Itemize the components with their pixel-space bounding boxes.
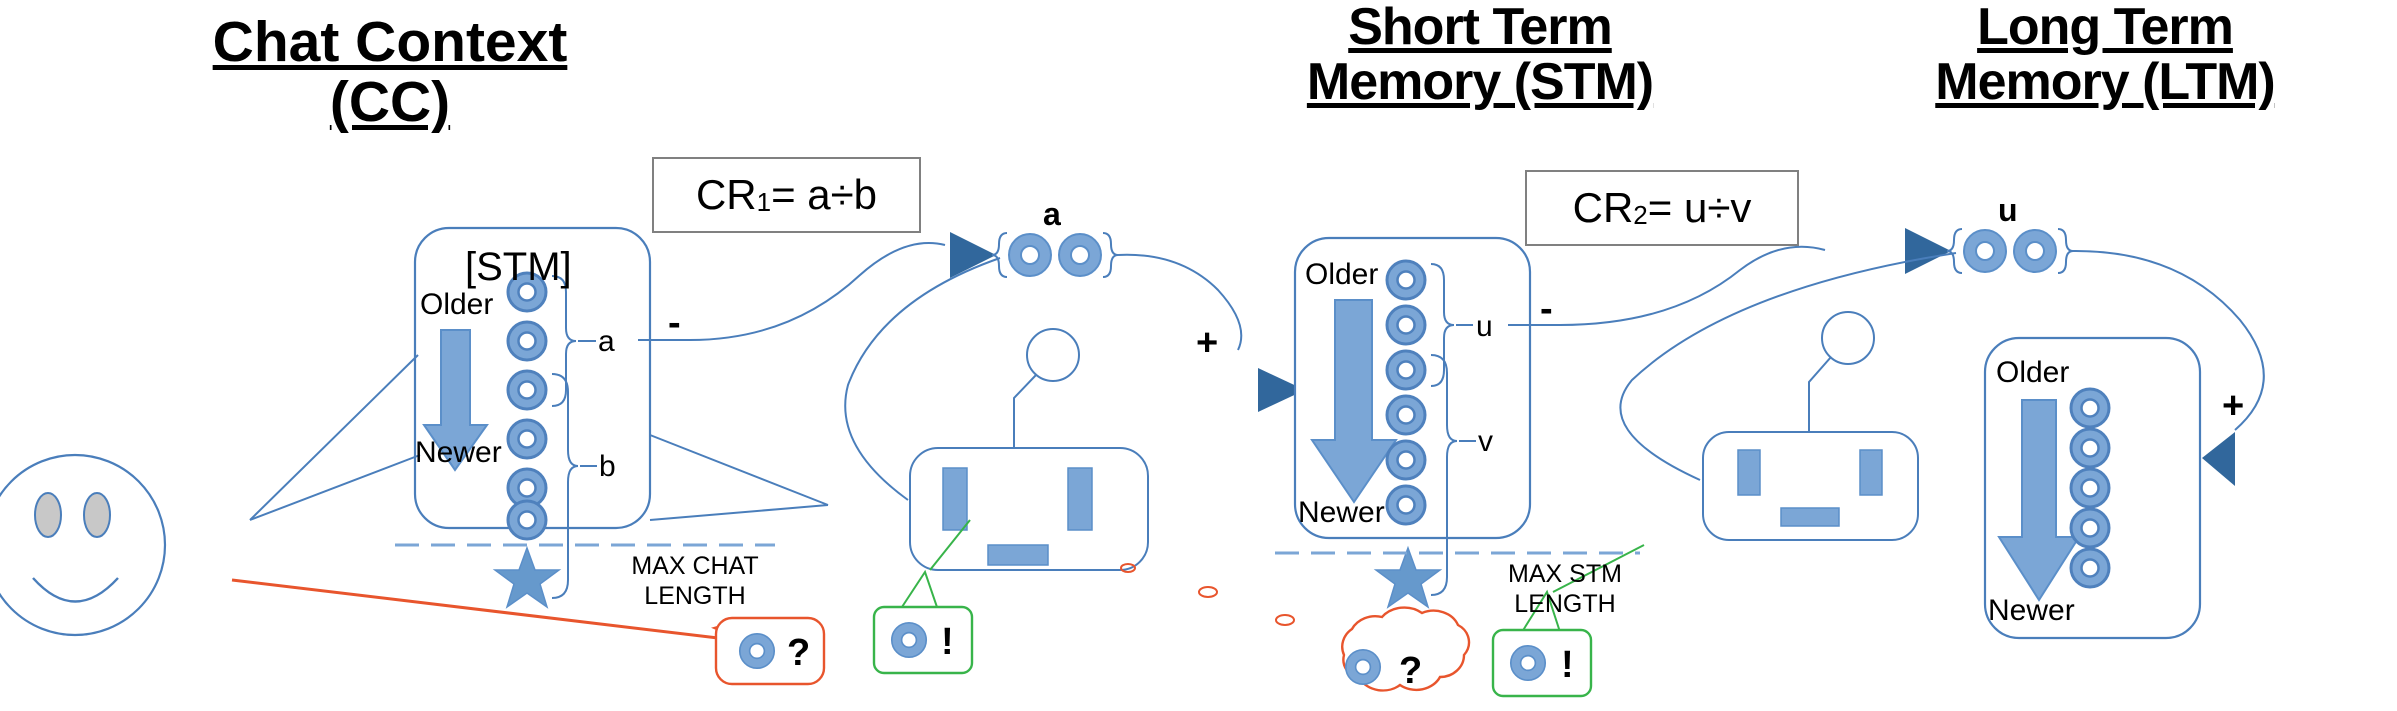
stm-group-u-label: u xyxy=(1476,310,1493,343)
cc-group-a-label: a xyxy=(598,325,615,358)
ltm-older-label: Older xyxy=(1996,356,2070,389)
stm-older-label: Older xyxy=(1305,258,1379,291)
cc-newer-label: Newer xyxy=(415,436,502,469)
stm-group-v-label: v xyxy=(1478,425,1493,458)
stm-minus-sign: - xyxy=(1540,288,1553,330)
stm-newer-label: Newer xyxy=(1298,496,1385,529)
cc-stm-tag-label: [STM] xyxy=(465,245,572,289)
stm-minus-connector xyxy=(1508,245,1826,326)
ltm-newer-label: Newer xyxy=(1988,594,2075,627)
diagram-canvas: Chat Context (CC) Short Term Memory (STM… xyxy=(0,0,2397,711)
stm-question-mark: ? xyxy=(1399,650,1423,692)
stm-star-icon xyxy=(1373,545,1443,609)
cc-older-label: Older xyxy=(420,288,494,321)
user-smiley-icon xyxy=(0,453,167,637)
stm-max-length-label: MAX STM LENGTH xyxy=(1470,560,1660,619)
heading-stm-line1: Short Term xyxy=(1348,0,1613,56)
cc-group-b-label: b xyxy=(599,450,616,483)
cr1-prefix: CR xyxy=(695,171,757,218)
decorative-orange-dots xyxy=(1120,563,1295,626)
heading-ltm-line2: Memory (LTM) xyxy=(1935,53,2275,112)
stm-answer-mark: ! xyxy=(1561,644,1574,686)
robot-face-2-icon xyxy=(1702,311,1919,541)
cr2-body: = u÷v xyxy=(1647,184,1752,231)
cc-max-line1: MAX CHAT xyxy=(631,552,759,580)
heading-cc-line1: Chat Context xyxy=(212,10,568,74)
robot-face-1-icon xyxy=(909,328,1149,571)
ltm-inflow-plus-sign: + xyxy=(2222,385,2245,427)
heading-cc-line2: (CC) xyxy=(329,70,451,135)
cluster-a-label: a xyxy=(1043,196,1061,232)
heading-ltm-line1: Long Term xyxy=(1977,0,2234,56)
cc-star-icon xyxy=(492,545,562,609)
cc-answer-mark: ! xyxy=(941,621,954,663)
heading-short-term-memory: Short Term Memory (STM) xyxy=(1180,0,1780,110)
cr1-body: = a÷b xyxy=(771,171,878,218)
stm-max-line2: LENGTH xyxy=(1514,589,1616,618)
cr2-prefix: CR xyxy=(1572,184,1634,231)
cr2-subscript: 2 xyxy=(1633,199,1648,230)
compression-ratio-1-box: CR 1 = a÷b xyxy=(652,157,921,233)
heading-long-term-memory: Long Term Memory (LTM) xyxy=(1810,0,2397,110)
stm-inflow-plus-sign: + xyxy=(1196,322,1219,364)
heading-stm-line2: Memory (STM) xyxy=(1306,53,1654,112)
cluster-u-label: u xyxy=(1998,192,2018,228)
compression-ratio-2-box: CR 2 = u÷v xyxy=(1525,170,1799,246)
heading-chat-context: Chat Context (CC) xyxy=(110,12,670,133)
ltm-ring-column xyxy=(2069,387,2111,589)
cc-minus-connector xyxy=(638,242,946,341)
cr1-subscript: 1 xyxy=(756,186,772,217)
cc-minus-sign: - xyxy=(668,302,681,344)
cc-max-line2: LENGTH xyxy=(644,581,746,610)
stm-max-line1: MAX STM xyxy=(1508,560,1622,588)
cc-max-chat-length-label: MAX CHAT LENGTH xyxy=(600,552,790,611)
cc-question-mark: ? xyxy=(787,632,811,674)
ltm-inflow-arrow-icon xyxy=(2202,432,2235,486)
